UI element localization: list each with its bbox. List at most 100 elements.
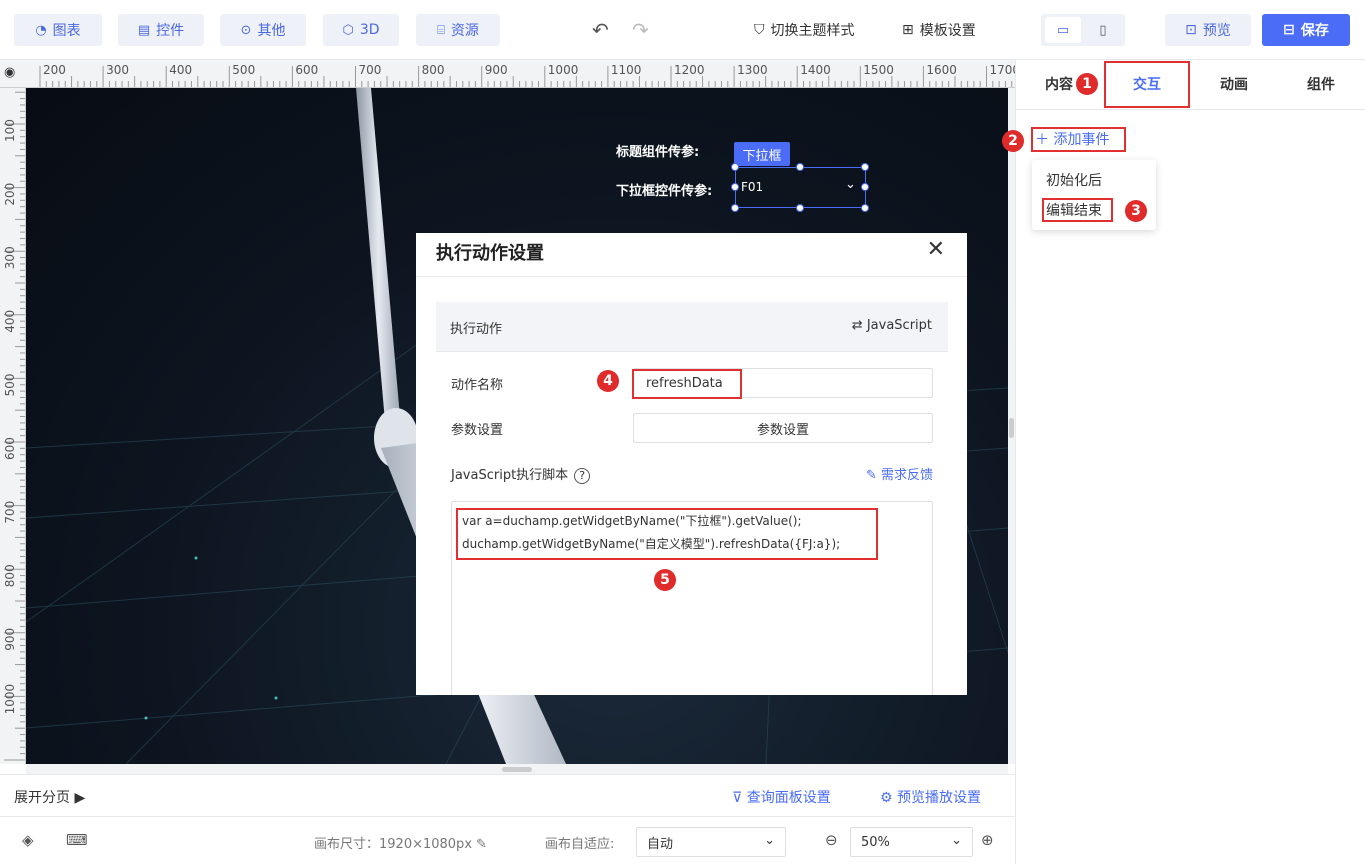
- ruler-label: 1500: [863, 63, 894, 77]
- annotation-badge: 4: [597, 370, 619, 392]
- resize-handle[interactable]: [731, 183, 739, 191]
- adapt-label: 画布自适应:: [545, 837, 615, 852]
- ruler-label: 1600: [926, 63, 957, 77]
- vertical-ruler: 100 200 300 400 500 600 700 800 900 1000: [0, 88, 26, 764]
- tab-component[interactable]: 组件: [1278, 60, 1364, 108]
- annotation-badge: 3: [1125, 200, 1147, 222]
- chart-icon: ◔: [35, 22, 47, 38]
- preview-icon: ⊡: [1185, 22, 1197, 38]
- save-button[interactable]: ⊟ 保存: [1262, 14, 1350, 46]
- horizontal-ruler: 200 300 400 500 600 700 800 900 1000 1100 1200 1300…: [0, 60, 1015, 88]
- resize-handle[interactable]: [731, 163, 739, 171]
- ruler-label: 1300: [737, 63, 768, 77]
- control-icon: ▤: [137, 22, 151, 38]
- resize-handle[interactable]: [861, 163, 869, 171]
- adapt-select[interactable]: 自动 ⌄: [636, 827, 786, 857]
- ruler-label: 400: [169, 63, 192, 77]
- chevron-down-icon: ⌄: [951, 833, 962, 848]
- ruler-label: 300: [3, 246, 17, 269]
- desktop-icon[interactable]: ▭: [1045, 17, 1081, 43]
- more-icon: ⊙: [240, 22, 252, 38]
- preview-button[interactable]: ⊡ 预览: [1165, 14, 1251, 46]
- help-icon[interactable]: ?: [574, 467, 591, 484]
- edit-icon[interactable]: ✎: [476, 837, 487, 852]
- eye-icon[interactable]: ◉: [4, 65, 22, 81]
- widget-name-tag: 下拉框: [734, 142, 790, 166]
- dialog-header: 执行动作设置 ✕: [416, 233, 967, 277]
- ruler-label: 900: [3, 628, 17, 651]
- ruler-label: 500: [3, 373, 17, 396]
- swap-icon: ⇄: [851, 318, 867, 333]
- theme-button[interactable]: ⛉ 切换主题样式: [754, 14, 855, 46]
- keyboard-icon[interactable]: ⌨: [66, 831, 88, 849]
- ruler-label: 200: [3, 183, 17, 206]
- scroll-thumb[interactable]: [1009, 418, 1014, 438]
- ruler-label: 1200: [674, 63, 705, 77]
- close-icon[interactable]: ✕: [927, 237, 945, 262]
- top-toolbar: ◔ 图表 ▤ 控件 ⊙ 其他 ⬡ 3D ⌸ 资源 ↶ ↷ ⛉ 切换主题样式 ⊞ 模板设置 ▭ …: [0, 0, 1365, 60]
- annotation-badge: 5: [654, 569, 676, 591]
- script-label: JavaScript执行脚本?: [451, 464, 591, 484]
- resize-handle[interactable]: [861, 183, 869, 191]
- chevron-down-icon: ⌄: [764, 833, 775, 848]
- ruler-label: 400: [3, 310, 17, 333]
- control-button[interactable]: ▤ 控件: [118, 14, 204, 46]
- horizontal-scrollbar[interactable]: [26, 764, 1008, 774]
- page-bar: 展开分页 ▶ ⊽ 查询面板设置 ⚙ 预览播放设置: [0, 774, 1015, 816]
- template-button[interactable]: ⊞ 模板设置: [902, 14, 976, 46]
- resize-handle[interactable]: [796, 204, 804, 212]
- chart-button[interactable]: ◔ 图表: [14, 14, 102, 46]
- resize-handle[interactable]: [861, 204, 869, 212]
- ruler-label: 1700: [990, 63, 1016, 77]
- status-bar: ◈ ⌨ 画布尺寸：1920×1080px ✎ 画布自适应: 自动 ⌄ ⊖ 50% ⌄…: [0, 816, 1015, 864]
- zoom-out-icon[interactable]: ⊖: [825, 831, 838, 849]
- ruler-label: 600: [295, 63, 318, 77]
- resize-handle[interactable]: [731, 204, 739, 212]
- preview-play-button[interactable]: ⚙ 预览播放设置: [880, 787, 981, 807]
- resource-button[interactable]: ⌸ 资源: [416, 14, 500, 46]
- scroll-thumb[interactable]: [502, 767, 532, 772]
- resize-handle[interactable]: [796, 163, 804, 171]
- undo-icon[interactable]: ↶: [592, 14, 609, 46]
- action-label: 执行动作: [450, 322, 503, 337]
- gear-icon: ⚙: [880, 790, 898, 806]
- annotation-box: [1104, 61, 1190, 108]
- title-param-label[interactable]: 标题组件传参:: [616, 141, 699, 160]
- feedback-link[interactable]: ✎ 需求反馈: [866, 464, 933, 483]
- dialog-title: 执行动作设置: [436, 243, 544, 264]
- layers-icon[interactable]: ◈: [22, 831, 34, 849]
- ruler-label: 1000: [3, 684, 17, 715]
- mobile-icon[interactable]: ▯: [1085, 17, 1121, 43]
- zoom-select[interactable]: 50% ⌄: [850, 827, 973, 857]
- action-type-switch[interactable]: ⇄ JavaScript: [852, 318, 932, 333]
- ruler-label: 600: [3, 437, 17, 460]
- expand-pages-button[interactable]: 展开分页 ▶: [14, 787, 85, 807]
- dropdown-param-label[interactable]: 下拉框控件传参:: [616, 180, 712, 199]
- ruler-label: 100: [3, 119, 17, 142]
- archive-icon: ⌸: [437, 22, 445, 38]
- zoom-in-icon[interactable]: ⊕: [981, 831, 994, 849]
- dropdown-value: F01: [741, 180, 764, 194]
- device-switch: ▭ ▯: [1041, 14, 1125, 46]
- save-icon: ⊟: [1283, 22, 1295, 38]
- ruler-label: 700: [359, 63, 382, 77]
- 3d-button[interactable]: ⬡ 3D: [323, 14, 399, 46]
- annotation-box: [632, 369, 742, 399]
- redo-icon[interactable]: ↷: [632, 14, 649, 46]
- other-button[interactable]: ⊙ 其他: [220, 14, 306, 46]
- ruler-label: 200: [43, 63, 66, 77]
- menu-item-after-init[interactable]: 初始化后: [1046, 170, 1102, 190]
- tab-animation[interactable]: 动画: [1191, 60, 1277, 108]
- shirt-icon: ⛉: [754, 22, 765, 38]
- query-panel-button[interactable]: ⊽ 查询面板设置: [732, 787, 831, 807]
- action-type-row[interactable]: 执行动作 ⇄ JavaScript: [436, 302, 948, 352]
- vertical-scrollbar[interactable]: [1008, 88, 1015, 764]
- params-button[interactable]: 参数设置: [633, 413, 933, 443]
- action-settings-dialog: 执行动作设置 ✕ 执行动作 ⇄ JavaScript 动作名称 refreshD…: [416, 233, 967, 695]
- canvas-size: 画布尺寸：1920×1080px ✎: [314, 837, 488, 852]
- ruler-label: 300: [106, 63, 129, 77]
- ruler-ticks: 200 300 400 500 600 700 800 900 1000 1100 1200 1300…: [39, 63, 1016, 87]
- annotation-box: [1031, 127, 1126, 152]
- ruler-label: 800: [422, 63, 445, 77]
- panel-tabs: 内容 交互 动画 组件: [1016, 60, 1365, 110]
